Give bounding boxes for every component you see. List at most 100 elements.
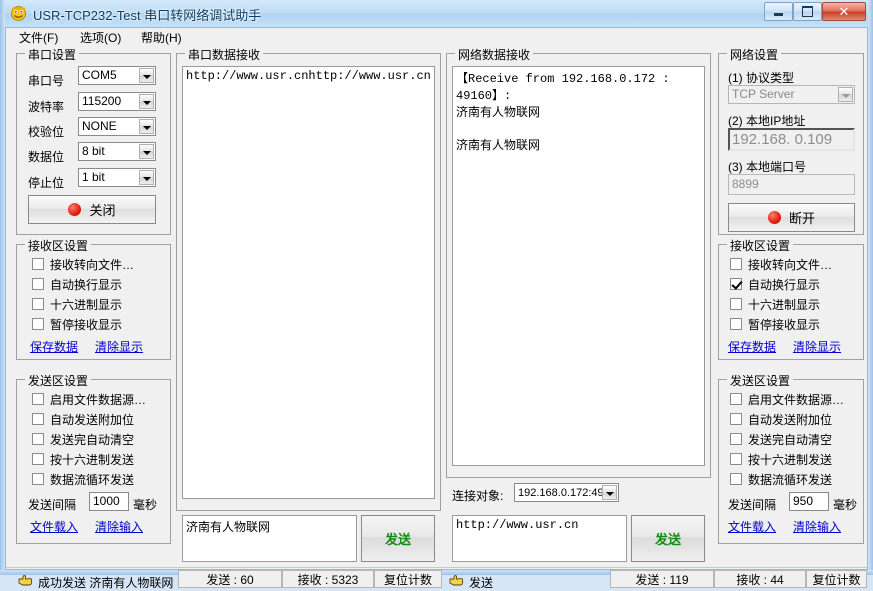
- left-recv-checkbox-pause[interactable]: 暂停接收显示: [32, 316, 122, 332]
- protocol-type-label: (1) 协议类型: [728, 69, 794, 86]
- checkbox-icon[interactable]: [730, 393, 742, 405]
- stopbits-label: 停止位: [28, 174, 64, 191]
- serial-port-value: COM5: [82, 68, 117, 82]
- local-port-input[interactable]: 8899: [728, 174, 855, 195]
- serial-recv-title: 串口数据接收: [185, 46, 263, 63]
- left-send-checkbox-hex[interactable]: 按十六进制发送: [32, 451, 134, 467]
- right-recv-save-link[interactable]: 保存数据: [728, 338, 776, 355]
- parity-combo[interactable]: NONE: [78, 117, 156, 136]
- menu-item-file[interactable]: 文件(F): [11, 30, 66, 47]
- right-send-fileload-link[interactable]: 文件载入: [728, 518, 776, 535]
- left-send-interval-input[interactable]: 1000: [89, 492, 129, 511]
- menu-item-options[interactable]: 选项(O): [72, 30, 129, 47]
- maximize-button[interactable]: [793, 2, 822, 21]
- left-recv-clear-link[interactable]: 清除显示: [95, 338, 143, 355]
- window-border-right: [868, 0, 873, 575]
- left-recv-save-link[interactable]: 保存数据: [30, 338, 78, 355]
- left-recv-settings-title: 接收区设置: [25, 237, 91, 254]
- checkbox-icon[interactable]: [32, 298, 44, 310]
- checkbox-icon[interactable]: [32, 278, 44, 290]
- chevron-down-icon[interactable]: [602, 485, 617, 500]
- right-send-checkbox-filesrc-label: 启用文件数据源…: [748, 391, 844, 408]
- net-recv-line-0: 【Receive from 192.168.0.172 : 49160】:: [456, 69, 701, 103]
- checkbox-icon[interactable]: [730, 278, 742, 290]
- serial-send-button-label: 发送: [385, 529, 411, 548]
- status-left-sent: 发送 : 60: [178, 570, 282, 588]
- left-recv-checkbox-hex[interactable]: 十六进制显示: [32, 296, 122, 312]
- left-send-checkbox-autoappend[interactable]: 自动发送附加位: [32, 411, 134, 427]
- network-disconnect-button[interactable]: 断开: [728, 203, 855, 232]
- checkbox-icon[interactable]: [730, 258, 742, 270]
- chevron-down-icon[interactable]: [139, 119, 154, 134]
- serial-port-combo[interactable]: COM5: [78, 66, 156, 85]
- checkbox-icon[interactable]: [32, 318, 44, 330]
- left-recv-checkbox-file[interactable]: 接收转向文件…: [32, 256, 134, 272]
- checkbox-icon[interactable]: [32, 413, 44, 425]
- maximize-icon: [794, 3, 821, 20]
- left-recv-checkbox-wrap[interactable]: 自动换行显示: [32, 276, 122, 292]
- serial-send-input[interactable]: 济南有人物联网: [182, 515, 357, 562]
- stopbits-combo[interactable]: 1 bit: [78, 168, 156, 187]
- chevron-down-icon[interactable]: [139, 170, 154, 185]
- parity-value: NONE: [82, 119, 117, 133]
- status-left-icon: [18, 574, 33, 587]
- chevron-down-icon[interactable]: [139, 94, 154, 109]
- serial-send-button[interactable]: 发送: [361, 515, 435, 562]
- right-send-interval-input[interactable]: 950: [789, 492, 829, 511]
- net-send-input[interactable]: http://www.usr.cn: [452, 515, 627, 562]
- left-send-clearinput-link[interactable]: 清除输入: [95, 518, 143, 535]
- right-send-checkbox-hex-label: 按十六进制发送: [748, 451, 832, 468]
- checkbox-icon[interactable]: [32, 433, 44, 445]
- left-send-checkbox-filesrc[interactable]: 启用文件数据源…: [32, 391, 146, 407]
- right-recv-checkbox-pause[interactable]: 暂停接收显示: [730, 316, 820, 332]
- net-target-combo[interactable]: 192.168.0.172:4916: [514, 483, 619, 502]
- serial-close-button[interactable]: 关闭: [28, 195, 156, 224]
- checkbox-icon[interactable]: [730, 413, 742, 425]
- status-right-reset-button[interactable]: 复位计数: [806, 570, 867, 588]
- right-send-checkbox-autoappend[interactable]: 自动发送附加位: [730, 411, 832, 427]
- local-ip-field[interactable]: 192 .168 . 0 .109: [728, 128, 855, 151]
- databits-value: 8 bit: [82, 144, 105, 158]
- status-left-reset-button[interactable]: 复位计数: [374, 570, 442, 588]
- databits-label: 数据位: [28, 148, 64, 165]
- chevron-down-icon[interactable]: [838, 87, 853, 102]
- checkbox-icon[interactable]: [32, 473, 44, 485]
- databits-combo[interactable]: 8 bit: [78, 142, 156, 161]
- left-send-checkbox-loop-label: 数据流循环发送: [50, 471, 134, 488]
- left-send-checkbox-loop[interactable]: 数据流循环发送: [32, 471, 134, 487]
- checkbox-icon[interactable]: [730, 453, 742, 465]
- left-send-checkbox-autoclear[interactable]: 发送完自动清空: [32, 431, 134, 447]
- status-right-message: 发送: [469, 574, 493, 591]
- checkbox-icon[interactable]: [730, 318, 742, 330]
- right-recv-checkbox-hex[interactable]: 十六进制显示: [730, 296, 820, 312]
- checkbox-icon[interactable]: [730, 433, 742, 445]
- checkbox-icon[interactable]: [32, 258, 44, 270]
- protocol-type-combo[interactable]: TCP Server: [728, 85, 855, 104]
- checkbox-icon[interactable]: [32, 453, 44, 465]
- checkbox-icon[interactable]: [32, 393, 44, 405]
- net-send-button[interactable]: 发送: [631, 515, 705, 562]
- right-recv-checkbox-wrap[interactable]: 自动换行显示: [730, 276, 820, 292]
- right-send-checkbox-autoclear[interactable]: 发送完自动清空: [730, 431, 832, 447]
- close-button[interactable]: ✕: [822, 2, 866, 21]
- serial-recv-textarea[interactable]: http://www.usr.cnhttp://www.usr.cn: [182, 66, 435, 499]
- right-recv-checkbox-file[interactable]: 接收转向文件…: [730, 256, 832, 272]
- chevron-down-icon[interactable]: [139, 68, 154, 83]
- checkbox-icon[interactable]: [730, 473, 742, 485]
- checkbox-icon[interactable]: [730, 298, 742, 310]
- left-send-fileload-link[interactable]: 文件载入: [30, 518, 78, 535]
- status-left-recv: 接收 : 5323: [282, 570, 374, 588]
- right-send-clearinput-link[interactable]: 清除输入: [793, 518, 841, 535]
- chevron-down-icon[interactable]: [139, 144, 154, 159]
- right-send-checkbox-loop[interactable]: 数据流循环发送: [730, 471, 832, 487]
- minimize-button[interactable]: [764, 2, 793, 21]
- right-recv-clear-link[interactable]: 清除显示: [793, 338, 841, 355]
- serial-recv-content: http://www.usr.cnhttp://www.usr.cn: [186, 69, 431, 83]
- menu-item-help[interactable]: 帮助(H): [133, 30, 190, 47]
- right-send-checkbox-hex[interactable]: 按十六进制发送: [730, 451, 832, 467]
- left-send-checkbox-hex-label: 按十六进制发送: [50, 451, 134, 468]
- net-recv-textarea[interactable]: 【Receive from 192.168.0.172 : 49160】: 济南…: [452, 66, 705, 466]
- left-recv-checkbox-file-label: 接收转向文件…: [50, 256, 134, 273]
- right-send-checkbox-filesrc[interactable]: 启用文件数据源…: [730, 391, 844, 407]
- baudrate-combo[interactable]: 115200: [78, 92, 156, 111]
